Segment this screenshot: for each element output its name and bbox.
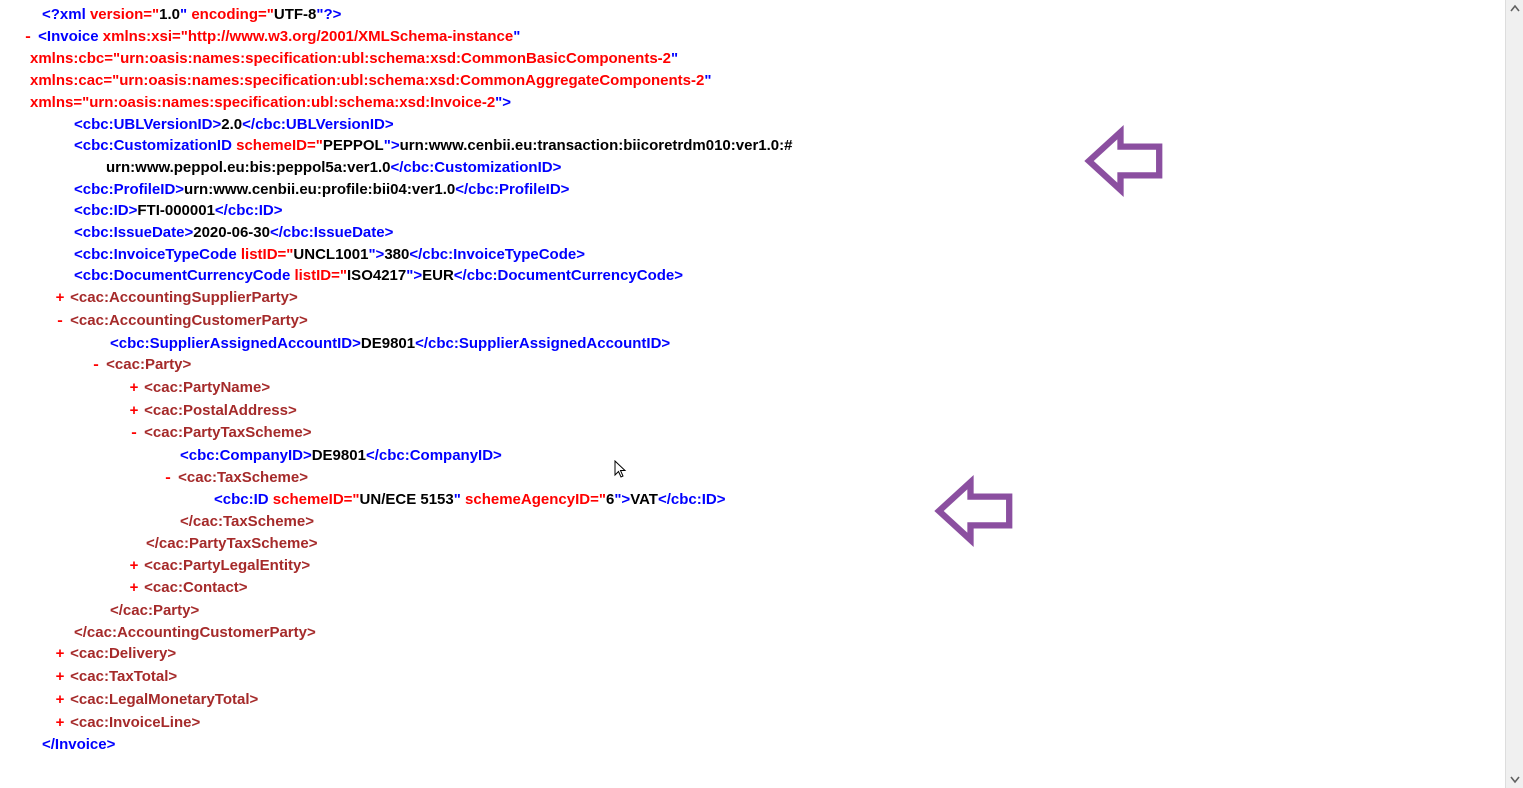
expand-toggle[interactable]: + (128, 378, 140, 400)
tax-scheme-close: </cac:TaxScheme> (0, 511, 1505, 533)
collapse-toggle[interactable]: - (128, 423, 140, 445)
vertical-scrollbar[interactable] (1505, 0, 1523, 788)
party-legal-entity: + <cac:PartyLegalEntity> (0, 555, 1505, 578)
xml-declaration: <?xml version="1.0" encoding="UTF-8"?> (0, 4, 1505, 26)
postal-address: + <cac:PostalAddress> (0, 400, 1505, 423)
invoice-type-code: <cbc:InvoiceTypeCode listID="UNCL1001">3… (0, 244, 1505, 266)
company-id: <cbc:CompanyID>DE9801</cbc:CompanyID> (0, 445, 1505, 467)
xmlns-cac: xmlns:cac="urn:oasis:names:specification… (0, 70, 1505, 92)
accounting-customer-party-open: - <cac:AccountingCustomerParty> (0, 310, 1505, 333)
invoice-line: + <cac:InvoiceLine> (0, 712, 1505, 735)
expand-toggle[interactable]: + (54, 644, 66, 666)
profile-id: <cbc:ProfileID>urn:www.cenbii.eu:profile… (0, 179, 1505, 201)
expand-toggle[interactable]: + (54, 288, 66, 310)
tax-total: + <cac:TaxTotal> (0, 666, 1505, 689)
legal-monetary-total: + <cac:LegalMonetaryTotal> (0, 689, 1505, 712)
xml-viewer-content: <?xml version="1.0" encoding="UTF-8"?> -… (0, 0, 1505, 788)
scroll-up-icon[interactable] (1506, 0, 1523, 18)
scroll-down-icon[interactable] (1506, 770, 1523, 788)
xmlns-cbc: xmlns:cbc="urn:oasis:names:specification… (0, 48, 1505, 70)
party-name: + <cac:PartyName> (0, 377, 1505, 400)
contact: + <cac:Contact> (0, 577, 1505, 600)
accounting-supplier-party: + <cac:AccountingSupplierParty> (0, 287, 1505, 310)
cbc-id: <cbc:ID>FTI-000001</cbc:ID> (0, 200, 1505, 222)
expand-toggle[interactable]: + (54, 713, 66, 735)
collapse-toggle[interactable]: - (162, 468, 174, 490)
tax-id: <cbc:ID schemeID="UN/ECE 5153" schemeAge… (0, 489, 1505, 511)
party-tax-scheme-open: - <cac:PartyTaxScheme> (0, 422, 1505, 445)
collapse-toggle[interactable]: - (22, 27, 34, 49)
expand-toggle[interactable]: + (128, 556, 140, 578)
collapse-toggle[interactable]: - (54, 311, 66, 333)
supplier-assigned-account-id: <cbc:SupplierAssignedAccountID>DE9801</c… (0, 333, 1505, 355)
document-currency-code: <cbc:DocumentCurrencyCode listID="ISO421… (0, 265, 1505, 287)
customization-id-cont: urn:www.peppol.eu:bis:peppol5a:ver1.0</c… (0, 157, 1505, 179)
customization-id: <cbc:CustomizationID schemeID="PEPPOL">u… (0, 135, 1505, 157)
party-tax-scheme-close: </cac:PartyTaxScheme> (0, 533, 1505, 555)
invoice-close: </Invoice> (0, 734, 1505, 756)
expand-toggle[interactable]: + (128, 401, 140, 423)
collapse-toggle[interactable]: - (90, 355, 102, 377)
expand-toggle[interactable]: + (128, 578, 140, 600)
xmlns-default: xmlns="urn:oasis:names:specification:ubl… (0, 92, 1505, 114)
party-open: - <cac:Party> (0, 354, 1505, 377)
annotation-arrow-left-icon (1080, 116, 1170, 206)
accounting-customer-party-close: </cac:AccountingCustomerParty> (0, 622, 1505, 644)
invoice-open-line: - <Invoice xmlns:xsi="http://www.w3.org/… (0, 26, 1505, 49)
expand-toggle[interactable]: + (54, 667, 66, 689)
party-close: </cac:Party> (0, 600, 1505, 622)
tax-scheme-open: - <cac:TaxScheme> (0, 467, 1505, 490)
delivery: + <cac:Delivery> (0, 643, 1505, 666)
expand-toggle[interactable]: + (54, 690, 66, 712)
issue-date: <cbc:IssueDate>2020-06-30</cbc:IssueDate… (0, 222, 1505, 244)
ubl-version-id: <cbc:UBLVersionID>2.0</cbc:UBLVersionID> (0, 114, 1505, 136)
annotation-arrow-left-icon (930, 466, 1020, 556)
